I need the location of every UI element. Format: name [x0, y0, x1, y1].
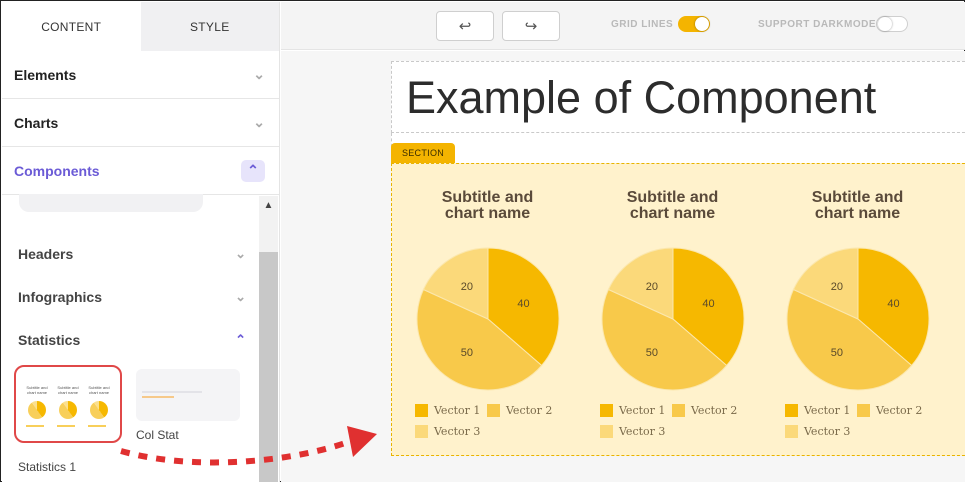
drag-arrow	[120, 426, 377, 466]
drag-arrow-path	[120, 438, 353, 466]
drag-arrow-head	[347, 426, 377, 457]
app-window: CONTENT STYLE Elements ⌄ Charts ⌄ Compon…	[0, 0, 965, 482]
